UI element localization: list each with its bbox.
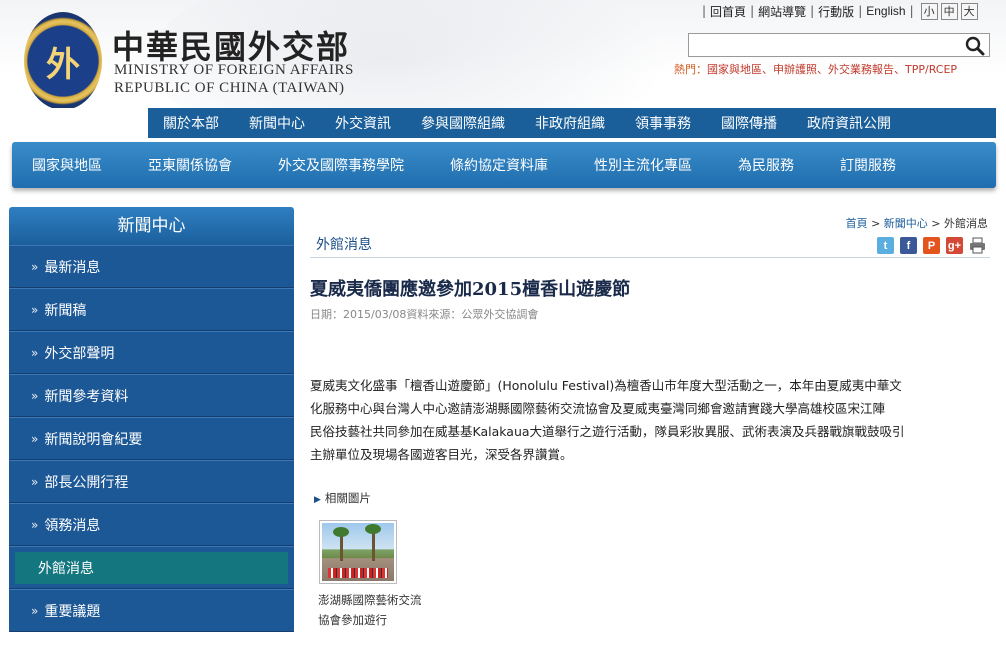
hot-topics: 熱門：國家與地區、申辦護照、外交業務報告、TPP/RCEP	[674, 61, 957, 77]
breadcrumb-news-center[interactable]: 新聞中心	[884, 217, 928, 230]
nav2-public-service[interactable]: 為民服務	[738, 155, 794, 175]
logo-english-line2: REPUBLIC OF CHINA (TAIWAN)	[114, 80, 345, 96]
ministry-seal-logo[interactable]: 外	[24, 12, 102, 108]
sidebar-title: 新聞中心	[9, 207, 294, 245]
nav-news-center[interactable]: 新聞中心	[234, 113, 320, 133]
search-input[interactable]	[689, 34, 959, 56]
double-chevron-icon: »	[31, 431, 39, 446]
sidebar-item-reference[interactable]: » 新聞參考資料	[9, 374, 294, 417]
breadcrumb-current: 外館消息	[944, 217, 988, 230]
share-toolbar: t f P g+	[877, 237, 986, 254]
double-chevron-icon: »	[31, 388, 39, 403]
palm-frond	[365, 524, 381, 534]
sidebar-item-press-release[interactable]: » 新聞稿	[9, 288, 294, 331]
sidebar-item-label: 領務消息	[44, 517, 101, 534]
mobile-link[interactable]: 行動版	[818, 3, 854, 20]
primary-nav: 關於本部 新聞中心 外交資訊 參與國際組織 非政府組織 領事事務 國際傳播 政府…	[148, 108, 996, 138]
triangle-right-icon: ▶	[314, 495, 321, 505]
sidebar-item-label: 新聞參考資料	[44, 388, 129, 405]
google-plus-icon[interactable]: g+	[946, 237, 963, 254]
nav2-countries[interactable]: 國家與地區	[32, 155, 102, 175]
sidebar-item-minister-schedule[interactable]: » 部長公開行程	[9, 460, 294, 503]
sidebar-item-label: 新聞稿	[44, 302, 87, 319]
related-photos-heading: ▶ 相關圖片	[314, 490, 371, 506]
double-chevron-icon: »	[31, 259, 39, 274]
hot-links[interactable]: 國家與地區、申辦護照、外交業務報告、TPP/RCEP	[707, 63, 957, 76]
double-chevron-icon: »	[31, 302, 39, 317]
top-utility-links: | 回首頁 | 網站導覽 | 行動版 | English | 小 中 大	[698, 2, 978, 20]
sidebar-item-label: 重要議題	[44, 603, 101, 620]
sidebar-item-label: 最新消息	[44, 259, 101, 276]
secondary-nav: 國家與地區 亞東關係協會 外交及國際事務學院 條約協定資料庫 性別主流化專區 為…	[12, 142, 996, 188]
sidebar-item-statement[interactable]: » 外交部聲明	[9, 331, 294, 374]
breadcrumb: 首頁 > 新聞中心 > 外館消息	[846, 215, 988, 231]
photo-thumbnail[interactable]	[319, 520, 397, 584]
related-photos-label: 相關圖片	[324, 491, 371, 505]
double-chevron-icon: »	[31, 517, 39, 532]
sitemap-link[interactable]: 網站導覽	[758, 3, 806, 20]
twitter-icon[interactable]: t	[877, 237, 894, 254]
article-body: 夏威夷文化盛事「檀香山遊慶節」(Honolulu Festival)為檀香山市年…	[310, 374, 990, 466]
english-link[interactable]: English	[866, 4, 905, 18]
article-body-line: 主辦單位及現場各國遊客目光，深受各界讚賞。	[310, 447, 573, 462]
sidebar-item-key-issues[interactable]: » 重要議題	[9, 589, 294, 632]
parade-photo	[322, 523, 394, 581]
breadcrumb-home[interactable]: 首頁	[846, 217, 868, 230]
main-content: 首頁 > 新聞中心 > 外館消息 外館消息 t f P g+ 夏威夷僑團應邀參加…	[310, 207, 996, 647]
font-size-large-button[interactable]: 大	[960, 2, 978, 20]
nav2-diplomatic-academy[interactable]: 外交及國際事務學院	[278, 155, 404, 175]
nav-consular[interactable]: 領事事務	[620, 113, 706, 133]
logo-english-line1: MINISTRY OF FOREIGN AFFAIRS	[114, 62, 354, 78]
sidebar-item-consular-news[interactable]: » 領務消息	[9, 503, 294, 546]
nav2-gender-mainstreaming[interactable]: 性別主流化專區	[594, 155, 692, 175]
photo-caption[interactable]: 澎湖縣國際藝術交流協會參加遊行	[318, 590, 428, 630]
site-header: 外 中華民國外交部 MINISTRY OF FOREIGN AFFAIRS RE…	[0, 0, 1006, 108]
double-chevron-icon: »	[31, 603, 39, 618]
sidebar-item-briefing[interactable]: » 新聞說明會紀要	[9, 417, 294, 460]
double-chevron-icon: »	[31, 345, 39, 360]
breadcrumb-sep: >	[931, 217, 941, 230]
font-size-small-button[interactable]: 小	[920, 2, 938, 20]
font-size-medium-button[interactable]: 中	[940, 2, 958, 20]
section-title: 外館消息	[316, 237, 372, 253]
sidebar-item-active-highlight: 外館消息	[15, 551, 288, 584]
breadcrumb-sep: >	[871, 217, 881, 230]
article-body-line: 化服務中心與台灣人中心邀請澎湖縣國際藝術交流協會及夏威夷臺灣同鄉會邀請實踐大學高…	[310, 401, 886, 416]
article-title: 夏威夷僑團應邀參加2015檀香山遊慶節	[310, 279, 631, 300]
double-chevron-icon: »	[31, 474, 39, 489]
plurk-icon[interactable]: P	[923, 237, 940, 254]
sidebar-item-label: 外館消息	[38, 560, 94, 577]
hot-label: 熱門：	[674, 63, 707, 76]
palm-frond	[333, 527, 349, 537]
sidebar-item-latest-news[interactable]: » 最新消息	[9, 245, 294, 288]
sidebar-item-label: 外交部聲明	[44, 345, 115, 362]
home-link[interactable]: 回首頁	[710, 3, 746, 20]
seal-char: 外	[46, 44, 80, 85]
print-icon[interactable]	[969, 237, 986, 254]
nav2-east-asia-assoc[interactable]: 亞東關係協會	[148, 155, 232, 175]
sidebar: 新聞中心 » 最新消息 » 新聞稿 » 外交部聲明 » 新聞參考資料 » 新聞說明會紀要 …	[9, 207, 294, 635]
nav2-subscribe[interactable]: 訂閱服務	[840, 155, 896, 175]
nav-foreign-info[interactable]: 外交資訊	[320, 113, 406, 133]
nav-intl-orgs[interactable]: 參與國際組織	[406, 113, 520, 133]
sidebar-item-mission-news[interactable]: 外館消息	[9, 546, 294, 589]
article-body-line: 民俗技藝社共同參加在威基基Kalakaua大道舉行之遊行活動，隊員彩妝異服、武術…	[310, 424, 905, 439]
facebook-icon[interactable]: f	[900, 237, 917, 254]
parade-crowd	[328, 568, 388, 578]
article-meta: 日期：2015/03/08資料來源：公眾外交協調會	[310, 308, 539, 321]
article-body-line: 夏威夷文化盛事「檀香山遊慶節」(Honolulu Festival)為檀香山市年…	[310, 378, 902, 393]
nav-gov-info[interactable]: 政府資訊公開	[792, 113, 906, 133]
divider	[310, 257, 990, 258]
nav2-treaty-database[interactable]: 條約協定資料庫	[450, 155, 548, 175]
nav-ngo[interactable]: 非政府組織	[520, 113, 620, 133]
nav-intl-comm[interactable]: 國際傳播	[706, 113, 792, 133]
search-icon[interactable]	[965, 36, 985, 56]
nav-about[interactable]: 關於本部	[148, 113, 234, 133]
sidebar-item-label: 部長公開行程	[44, 474, 129, 491]
sidebar-item-label: 新聞說明會紀要	[44, 431, 143, 448]
search-box	[688, 33, 990, 57]
